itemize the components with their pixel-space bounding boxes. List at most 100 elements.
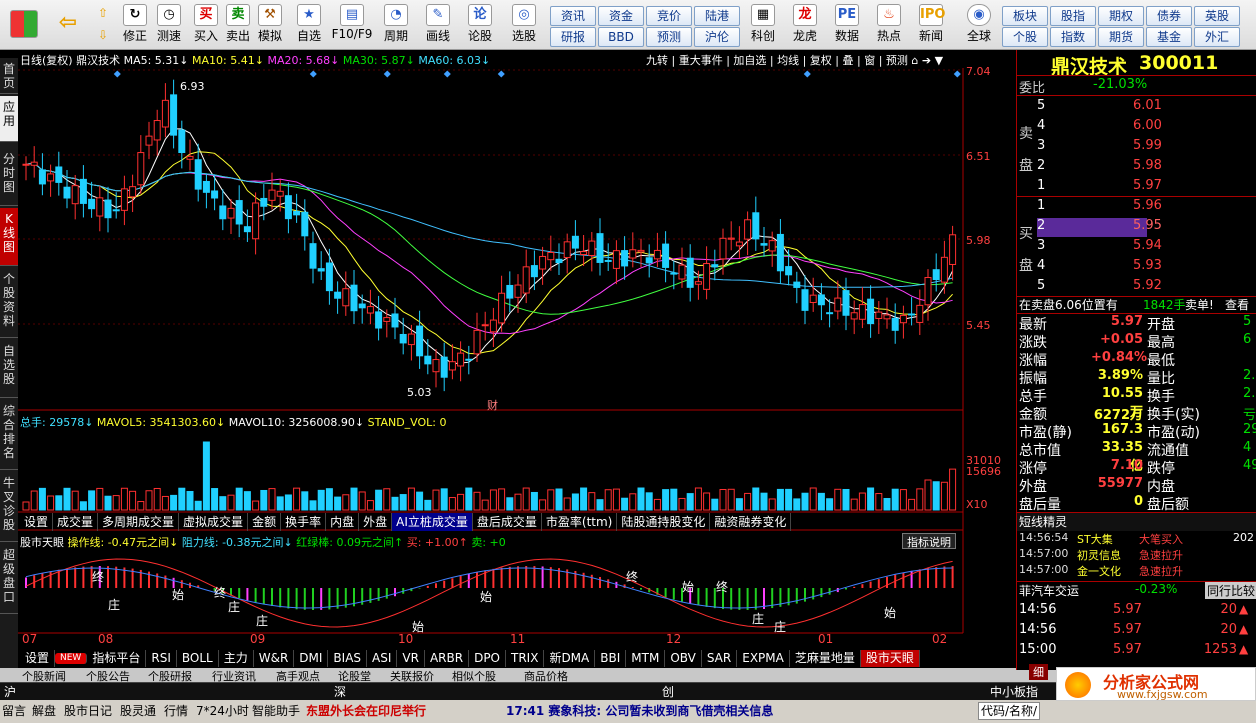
vol-tab-turnover[interactable]: 换手率 [281,513,327,531]
peer-compare-button[interactable]: 同行比较 [1205,582,1256,599]
vol-tab-margin[interactable]: 融资融券变化 [710,513,792,531]
stock-picker-button[interactable]: ◎ 选股 [504,2,544,48]
vol-tab-pe[interactable]: 市盈率(ttm) [542,513,618,531]
short-elf-title[interactable]: 短线精灵 [1019,513,1067,530]
ind-tab-arbr[interactable]: ARBR [425,650,470,667]
tab-kline[interactable]: K线图 [0,208,18,266]
tab-ranking[interactable]: 综合排名 [0,400,18,470]
forecast-button[interactable]: 预测 [646,27,692,47]
ind-tab-bias[interactable]: BIAS [328,650,368,667]
app-logo-icon[interactable] [4,2,44,48]
buy-button[interactable]: 买买入 [190,2,222,48]
index-sme[interactable]: 中小板指 [990,683,1038,700]
status-diary[interactable]: 股市日记 [64,700,112,722]
tab-watchlist[interactable]: 自选股 [0,340,18,398]
up-down-button[interactable]: ⇧ ⇩ [88,2,118,48]
period-button[interactable]: ◔ 周期 [376,2,416,48]
tool-adjust[interactable]: 复权 [810,54,832,67]
back-button[interactable]: ⇦ [48,2,88,48]
ind-tab-obv[interactable]: OBV [665,650,702,667]
status-guling[interactable]: 股灵通 [120,700,156,722]
buy-level[interactable]: 1 5.96 [1037,198,1162,217]
status-724[interactable]: 7*24小时 [196,700,249,722]
ind-tab-sar[interactable]: SAR [702,650,738,667]
tab-home[interactable]: 首页 [0,58,18,94]
hotspot-button[interactable]: ♨ 热点 [870,2,908,48]
auction-button[interactable]: 竞价 [646,6,692,26]
short-stock[interactable]: 初灵信息 [1077,547,1121,563]
ind-tab-expma[interactable]: EXPMA [737,650,790,667]
sell-button[interactable]: 卖卖出 [222,2,254,48]
tool-add-watch[interactable]: 加自选 [733,54,766,67]
modify-button[interactable]: ↻ 修正 [118,2,152,48]
sell-level[interactable]: 2 5.98 [1037,158,1256,178]
finance-event-marker[interactable]: 财 [487,397,498,413]
shanghai-london-button[interactable]: 沪伦 [694,27,740,47]
draw-line-button[interactable]: ✎ 画线 [420,2,456,48]
research-button[interactable]: 研报 [550,27,596,47]
hk-connect-button[interactable]: 陆港 [694,6,740,26]
tab-intraday[interactable]: 分时图 [0,148,18,206]
sell-level[interactable]: 4 6.00 [1037,118,1256,138]
buy-level[interactable]: 4 5.93 [1037,258,1162,277]
industry-name[interactable]: 菲汽车交运 [1019,582,1079,599]
status-ticker-1[interactable]: 东盟外长会在印尼举行 [306,700,426,722]
code-search-input[interactable]: 代码/名称/ [978,702,1041,720]
index-sz[interactable]: 深 [334,683,346,700]
vol-tab-amount[interactable]: 金额 [248,513,282,531]
tool-nine-turn[interactable]: 九转 [646,54,668,67]
status-ticker-2[interactable]: 17:41 赛象科技: 公司暂未收到商飞借壳相关信息 [506,700,773,722]
options-button[interactable]: 期权 [1098,6,1144,26]
news-button[interactable]: 资讯 [550,6,596,26]
ind-tab-wr[interactable]: W&R [254,650,295,667]
ind-tab-main[interactable]: 主力 [219,650,254,667]
forex-button[interactable]: 外汇 [1194,27,1240,47]
ind-tab-newdma[interactable]: 新DMA [544,650,596,667]
sector-button[interactable]: 板块 [1002,6,1048,26]
status-message[interactable]: 留言 [2,700,26,722]
fund-button[interactable]: 资金 [598,6,644,26]
tab-apps[interactable]: 应用 [0,96,18,142]
ind-tab-trix[interactable]: TRIX [506,650,545,667]
vol-tab-northbound[interactable]: 陆股通持股变化 [617,513,711,531]
index-futures-button[interactable]: 股指 [1050,6,1096,26]
index-button[interactable]: 指数 [1050,27,1096,47]
tool-events[interactable]: 重大事件 [679,54,723,67]
sell-level[interactable]: 3 5.99 [1037,138,1256,158]
index-sh[interactable]: 沪 [4,683,16,700]
simulate-button[interactable]: ⚒ 模拟 [254,2,286,48]
status-assistant[interactable]: 智能助手 [252,700,300,722]
data-button[interactable]: PE 数据 [828,2,866,48]
star-market-button[interactable]: ▦ 科创 [744,2,782,48]
short-stock[interactable]: ST大集 [1077,531,1113,547]
ind-tab-skyeye[interactable]: 股市天眼 [860,650,920,667]
buy-level[interactable]: 5 5.92 [1037,278,1162,297]
vol-tab-after-hours[interactable]: 盘后成交量 [473,513,542,531]
ind-tab-mtm[interactable]: MTM [626,650,666,667]
futures-button[interactable]: 期货 [1098,27,1144,47]
tool-forecast[interactable]: 预测 [886,54,908,67]
dragon-tiger-button[interactable]: 龙龙虎 [786,2,824,48]
global-button[interactable]: ◉ 全球 [958,2,1000,48]
watchlist-button[interactable]: ★ 自选 [290,2,328,48]
order-note-view[interactable]: 查看 [1225,296,1249,313]
tool-window[interactable]: 窗 [864,54,875,67]
menu-arrow-icon[interactable]: ▼ [935,54,943,67]
vol-tab-outer[interactable]: 外盘 [359,513,393,531]
vol-tab-multi-period[interactable]: 多周期成交量 [98,513,180,531]
vol-tab-virtual[interactable]: 虚拟成交量 [179,513,249,531]
vol-tab-settings[interactable]: 设置 [20,513,54,531]
tab-stock-info[interactable]: 个股资料 [0,268,18,338]
ind-tab-platform[interactable]: 指标平台 [87,650,147,667]
ind-tab-rsi[interactable]: RSI [146,650,177,667]
sell-level[interactable]: 5 6.01 [1037,98,1256,118]
indicator-help-button[interactable]: 指标说明 [902,533,956,549]
detail-tab[interactable]: 细 [1029,664,1048,680]
status-market[interactable]: 行情 [164,700,188,722]
stocks-button[interactable]: 个股 [1002,27,1048,47]
bbd-button[interactable]: BBD [598,27,644,47]
buy-level[interactable]: 3 5.94 [1037,238,1162,257]
uk-stocks-button[interactable]: 英股 [1194,6,1240,26]
ind-tab-asi[interactable]: ASI [367,650,398,667]
kline-chart[interactable] [18,68,1016,648]
